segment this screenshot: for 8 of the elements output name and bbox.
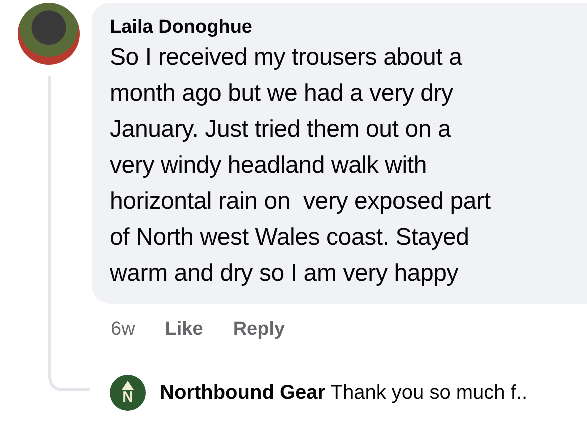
comment-time[interactable]: 6w (111, 318, 136, 342)
comment-action-link[interactable]: Reply (233, 318, 286, 342)
reply-text[interactable]: Thank you so much f.. (330, 382, 528, 404)
comment-text: So I received my trousers about a month ago but we had a very dry January. Just tried them out on a very windy headland walk with horizontal rain on very exposed part of North west Wales coast. Stayed warm and dry so I am very happy (110, 43, 492, 289)
comment-action-link[interactable]: Like (165, 318, 204, 342)
brand-logo[interactable]: N (110, 375, 146, 411)
comment-author[interactable]: Laila Donoghue (110, 16, 587, 40)
reply-author[interactable]: Northbound Gear (160, 382, 326, 404)
